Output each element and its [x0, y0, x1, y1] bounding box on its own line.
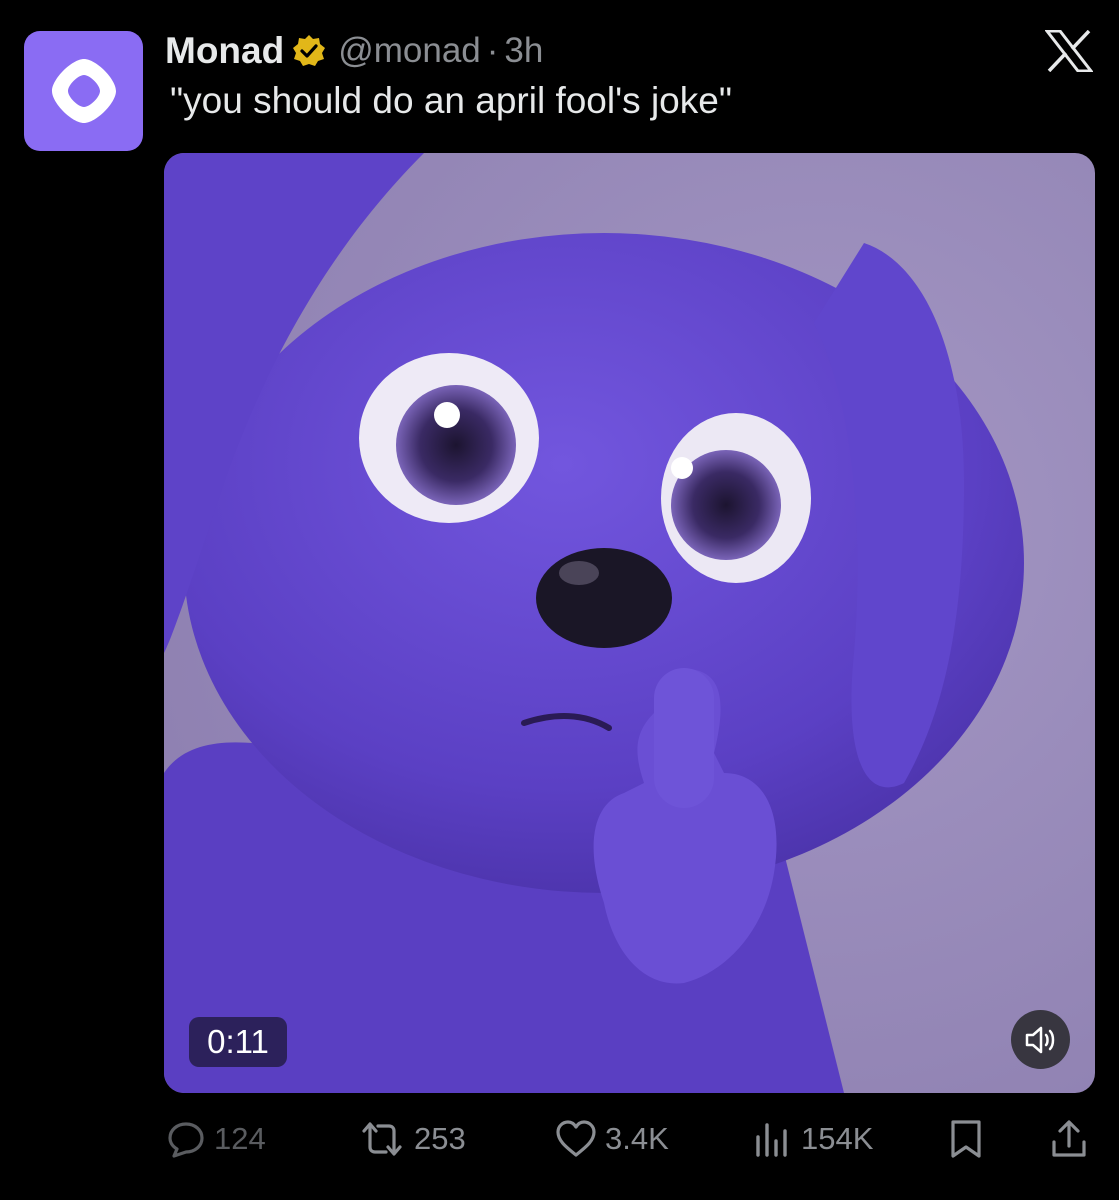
tweet-text: "you should do an april fool's joke" [170, 80, 732, 121]
speaker-icon [1025, 1026, 1054, 1053]
reply-count: 124 [214, 1121, 266, 1156]
monad-logo-icon [51, 59, 116, 123]
share-button[interactable] [1050, 1112, 1088, 1166]
author-avatar[interactable] [24, 31, 143, 151]
repost-icon [362, 1122, 402, 1156]
author-name[interactable]: Monad [165, 30, 284, 72]
reply-button[interactable]: 124 [166, 1112, 266, 1166]
view-count: 154K [801, 1121, 874, 1156]
reply-icon [168, 1122, 204, 1158]
bookmark-icon [951, 1120, 981, 1158]
author-handle[interactable]: @monad [338, 31, 481, 71]
like-count: 3.4K [605, 1121, 669, 1156]
separator-dot: · [486, 31, 499, 70]
video-player[interactable] [164, 153, 1095, 1093]
like-button[interactable]: 3.4K [555, 1112, 669, 1166]
video-thumbnail [164, 153, 1095, 1093]
gold-verified-badge-icon [292, 34, 326, 68]
sound-toggle-button[interactable] [1011, 1010, 1070, 1069]
repost-button[interactable]: 253 [358, 1112, 466, 1166]
heart-icon [556, 1120, 596, 1157]
post-time[interactable]: 3h [504, 31, 543, 71]
x-logo-icon [1043, 29, 1095, 73]
share-icon [1052, 1120, 1086, 1157]
tweet-header: Monad @monad · 3h [165, 26, 543, 76]
video-duration: 0:11 [189, 1017, 287, 1067]
repost-count: 253 [414, 1121, 466, 1156]
tweet-actions: 124 253 3.4K 154K [0, 1112, 1119, 1166]
views-button[interactable]: 154K [753, 1112, 873, 1166]
analytics-icon [756, 1123, 787, 1157]
bookmark-button[interactable] [948, 1112, 984, 1166]
